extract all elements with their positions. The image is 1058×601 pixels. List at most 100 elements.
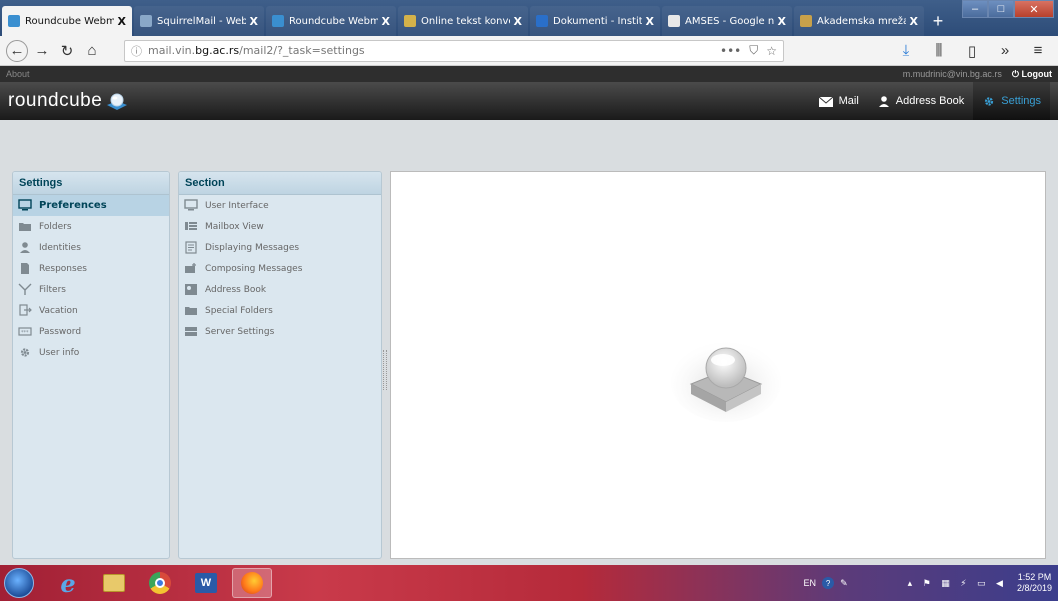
windows-taskbar: e W EN ? ✎ ▴ ⚑ ▦ ⚡ ▭ ◀ 1:52 PM 2/8/2019 bbox=[0, 565, 1058, 601]
bookmark-star-icon[interactable]: ☆ bbox=[766, 44, 777, 58]
about-link[interactable]: About bbox=[6, 69, 30, 79]
browser-tab[interactable]: Dokumenti - Institut X bbox=[530, 6, 660, 36]
library-icon[interactable]: ⫼ bbox=[928, 40, 950, 62]
firefox-icon[interactable] bbox=[232, 568, 272, 598]
section-item-label: Composing Messages bbox=[205, 263, 303, 274]
url-path: /mail2/?_task=settings bbox=[239, 44, 365, 57]
tab-close-icon[interactable]: X bbox=[910, 15, 918, 28]
clock[interactable]: 1:52 PM 2/8/2019 bbox=[1017, 572, 1052, 594]
gear-icon bbox=[18, 347, 32, 359]
server-icon bbox=[184, 326, 198, 338]
settings-item-identities[interactable]: Identities bbox=[13, 237, 169, 258]
panel-splitter[interactable] bbox=[383, 350, 387, 390]
monitor-icon bbox=[184, 199, 198, 212]
word-icon[interactable]: W bbox=[186, 568, 226, 598]
language-indicator[interactable]: EN bbox=[804, 578, 817, 588]
browser-tab[interactable]: Roundcube Webma X bbox=[266, 6, 396, 36]
browser-tab-label: SquirrelMail - Webr bbox=[157, 15, 246, 27]
username: m.mudrinic@vin.bg.ac.rs bbox=[902, 69, 1002, 79]
tab-close-icon[interactable]: X bbox=[382, 15, 390, 28]
reload-button[interactable]: ↻ bbox=[56, 40, 78, 62]
settings-panel-title: Settings bbox=[13, 172, 169, 195]
message-icon bbox=[184, 241, 198, 254]
tray-icons[interactable]: ▴ ⚑ ▦ ⚡ ▭ ◀ bbox=[908, 578, 1007, 589]
site-info-icon[interactable]: ⓘ bbox=[131, 43, 142, 59]
nav-label: Settings bbox=[1001, 95, 1041, 107]
logo-text: roundcube bbox=[8, 90, 103, 111]
back-button[interactable]: ← bbox=[6, 39, 28, 62]
converter-favicon bbox=[404, 15, 416, 27]
settings-item-label: Identities bbox=[39, 242, 81, 253]
nav-mail[interactable]: Mail bbox=[809, 82, 868, 120]
section-item-mailbox-view[interactable]: Mailbox View bbox=[179, 216, 381, 237]
browser-tab-label: Dokumenti - Institut bbox=[553, 15, 642, 27]
section-item-composing-messages[interactable]: Composing Messages bbox=[179, 258, 381, 279]
browser-tab[interactable]: Online tekst konvert X bbox=[398, 6, 528, 36]
browser-tab[interactable]: SquirrelMail - Webr X bbox=[134, 6, 264, 36]
home-button[interactable]: ⌂ bbox=[81, 40, 103, 62]
browser-tab-label: Online tekst konvert bbox=[421, 15, 510, 27]
download-icon[interactable]: ⤓ bbox=[895, 40, 917, 62]
tab-close-icon[interactable]: X bbox=[250, 15, 258, 28]
settings-item-folders[interactable]: Folders bbox=[13, 216, 169, 237]
forward-button[interactable]: → bbox=[31, 40, 53, 62]
browser-tab[interactable]: Roundcube Webma X bbox=[2, 6, 132, 36]
url-prefix: mail.vin. bbox=[148, 44, 196, 57]
overflow-chevron-icon[interactable]: » bbox=[994, 40, 1016, 62]
settings-item-user-info[interactable]: User info bbox=[13, 342, 169, 363]
tab-close-icon[interactable]: X bbox=[514, 15, 522, 28]
section-item-address-book[interactable]: Address Book bbox=[179, 279, 381, 300]
new-tab-button[interactable]: + bbox=[926, 6, 950, 36]
contact-card-icon bbox=[184, 284, 198, 296]
tab-close-icon[interactable]: X bbox=[118, 15, 126, 28]
settings-item-label: Filters bbox=[39, 284, 66, 295]
settings-panel: Settings Preferences Folders Identities Res… bbox=[12, 171, 170, 559]
internet-explorer-icon[interactable]: e bbox=[48, 568, 88, 598]
system-tray: EN ? ✎ ▴ ⚑ ▦ ⚡ ▭ ◀ 1:52 PM 2/8/2019 bbox=[804, 572, 1058, 594]
folder-icon bbox=[184, 305, 198, 317]
section-item-server-settings[interactable]: Server Settings bbox=[179, 321, 381, 342]
list-icon bbox=[184, 221, 198, 233]
pocket-icon[interactable]: ⛉ bbox=[749, 43, 758, 58]
section-item-label: Server Settings bbox=[205, 326, 275, 337]
logout-link[interactable]: ⏻ Logout bbox=[1012, 69, 1052, 80]
browser-tab-label: Roundcube Webma bbox=[25, 15, 114, 27]
folder-icon bbox=[18, 221, 32, 233]
compose-icon bbox=[184, 263, 198, 275]
roundcube-watermark-logo bbox=[671, 342, 781, 422]
roundcube-logo[interactable]: roundcube bbox=[8, 90, 129, 112]
section-item-special-folders[interactable]: Special Folders bbox=[179, 300, 381, 321]
file-explorer-icon[interactable] bbox=[94, 568, 134, 598]
documents-favicon bbox=[536, 15, 548, 27]
nav-label: Mail bbox=[838, 95, 859, 107]
settings-item-vacation[interactable]: Vacation bbox=[13, 300, 169, 321]
menu-icon[interactable]: ≡ bbox=[1027, 40, 1049, 62]
tab-close-icon[interactable]: X bbox=[778, 15, 786, 28]
start-button[interactable] bbox=[4, 568, 34, 598]
browser-tab[interactable]: Akademska mreža R X bbox=[794, 6, 924, 36]
address-bar[interactable]: ⓘ mail.vin. bg.ac.rs/mail2/?_task=setting… bbox=[124, 39, 784, 62]
nav-address-book[interactable]: Address Book bbox=[868, 82, 973, 120]
close-window-button[interactable]: ✕ bbox=[1014, 0, 1054, 18]
page-actions-icon[interactable]: ••• bbox=[720, 44, 741, 58]
filter-icon bbox=[18, 283, 32, 296]
maximize-button[interactable]: □ bbox=[988, 0, 1014, 18]
nav-settings[interactable]: Settings bbox=[973, 82, 1050, 120]
person-icon bbox=[18, 242, 32, 254]
section-list: User Interface Mailbox View Displaying Mes… bbox=[179, 195, 381, 342]
settings-item-password[interactable]: *** Password bbox=[13, 321, 169, 342]
browser-tab[interactable]: AMSES - Google np X bbox=[662, 6, 792, 36]
tab-close-icon[interactable]: X bbox=[646, 15, 654, 28]
help-icon[interactable]: ? bbox=[822, 577, 835, 589]
chrome-icon[interactable] bbox=[140, 568, 180, 598]
minimize-button[interactable]: – bbox=[962, 0, 988, 18]
section-item-label: Address Book bbox=[205, 284, 267, 295]
pen-icon[interactable]: ✎ bbox=[840, 578, 848, 589]
section-item-user-interface[interactable]: User Interface bbox=[179, 195, 381, 216]
section-item-displaying-messages[interactable]: Displaying Messages bbox=[179, 237, 381, 258]
sidebar-icon[interactable]: ▯ bbox=[961, 40, 983, 62]
settings-item-responses[interactable]: Responses bbox=[13, 258, 169, 279]
settings-item-preferences[interactable]: Preferences bbox=[13, 195, 169, 216]
browser-nav-bar: ← → ↻ ⌂ ⓘ mail.vin. bg.ac.rs/mail2/?_task… bbox=[0, 36, 1058, 66]
settings-item-filters[interactable]: Filters bbox=[13, 279, 169, 300]
